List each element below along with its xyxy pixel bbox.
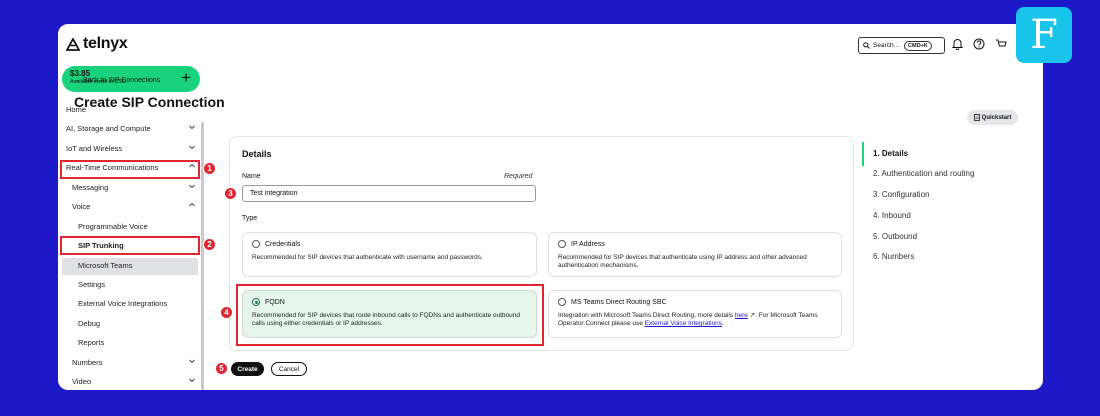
sidebar-item-label: Messaging — [72, 182, 109, 192]
type-option-ms-teams-sbc[interactable]: MS Teams Direct Routing SBC Integration … — [548, 290, 842, 338]
step-inbound[interactable]: 4. Inbound — [873, 211, 911, 220]
name-label: Name — [242, 173, 261, 180]
step-outbound[interactable]: 5. Outbound — [873, 232, 917, 241]
here-link[interactable]: here — [735, 312, 748, 319]
sidebar-item-label: Debug — [78, 318, 101, 328]
top-bar: telnyx Search... CMD+K — [58, 24, 1043, 64]
annotation-marker-3: 3 — [224, 187, 237, 200]
option-description: Integration with Microsoft Teams Direct … — [558, 312, 832, 328]
logo-text: telnyx — [83, 35, 128, 52]
bell-icon[interactable] — [950, 37, 964, 51]
option-label: Credentials — [265, 240, 301, 248]
active-step-indicator — [862, 142, 864, 166]
annotation-highlight-2 — [60, 236, 200, 255]
document-icon — [973, 114, 980, 121]
option-label: IP Address — [571, 240, 605, 248]
step-details[interactable]: 1. Details — [873, 149, 908, 158]
sidebar-item-label: AI, Storage and Compute — [66, 123, 151, 133]
sidebar-item-label: Settings — [78, 279, 106, 289]
annotation-marker-2: 2 — [203, 238, 216, 251]
sidebar-item-microsoft-teams[interactable]: Microsoft Teams — [78, 256, 196, 274]
sidebar-scrollbar[interactable] — [201, 122, 204, 390]
step-authentication-routing[interactable]: 2. Authentication and routing — [873, 169, 974, 178]
option-label: MS Teams Direct Routing SBC — [571, 298, 667, 306]
create-button[interactable]: Create — [231, 362, 264, 376]
radio-button[interactable] — [252, 240, 260, 248]
cart-icon[interactable] — [994, 37, 1008, 51]
annotation-marker-5: 5 — [215, 362, 228, 375]
sidebar-item-numbers[interactable]: Numbers — [72, 353, 196, 371]
step-configuration[interactable]: 3. Configuration — [873, 190, 929, 199]
sidebar-item-debug[interactable]: Debug — [78, 314, 196, 332]
external-voice-integrations-link[interactable]: External Voice Integrations — [645, 320, 722, 327]
search-box[interactable]: Search... CMD+K — [858, 37, 945, 54]
chevron-down-icon — [189, 184, 195, 189]
help-icon[interactable] — [972, 37, 986, 51]
quickstart-button[interactable]: Quickstart — [967, 110, 1018, 125]
annotation-marker-4: 4 — [220, 306, 233, 319]
sidebar-item-external-voice-integrations[interactable]: External Voice Integrations — [78, 294, 196, 312]
option-description-text: Integration with Microsoft Teams Direct … — [558, 312, 735, 319]
search-placeholder: Search... — [873, 42, 900, 49]
option-description-text: . — [722, 320, 724, 327]
radio-button[interactable] — [558, 240, 566, 248]
chevron-down-icon — [189, 359, 195, 364]
sidebar-item-iot[interactable]: IoT and Wireless — [66, 139, 196, 157]
sidebar-item-voice[interactable]: Voice — [72, 197, 196, 215]
option-description: Recommended for SIP devices that authent… — [252, 254, 483, 261]
type-option-credentials[interactable]: Credentials Recommended for SIP devices … — [242, 232, 537, 277]
search-shortcut: CMD+K — [904, 40, 932, 51]
sidebar: $3.85 Available credit in USD + Home AI,… — [58, 64, 204, 390]
sidebar-item-label: Video — [72, 376, 92, 386]
sidebar-item-label: Programmable Voice — [78, 221, 148, 231]
sidebar-item-programmable-voice[interactable]: Programmable Voice — [78, 217, 196, 235]
f-logo-badge: F — [1016, 7, 1072, 63]
chevron-down-icon — [189, 125, 195, 130]
required-label: Required — [504, 173, 533, 180]
search-icon — [863, 42, 870, 49]
sidebar-item-label: Voice — [72, 201, 91, 211]
page-title: Create SIP Connection — [74, 94, 225, 110]
name-input[interactable] — [242, 185, 536, 202]
app-window: telnyx Search... CMD+K $3.85 Available c… — [58, 24, 1043, 390]
type-label: Type — [242, 215, 258, 222]
cancel-button[interactable]: Cancel — [271, 362, 307, 376]
back-link[interactable]: ← Back to SIP Connections — [74, 77, 160, 84]
details-heading: Details — [242, 149, 272, 159]
sidebar-item-settings[interactable]: Settings — [78, 275, 196, 293]
sidebar-item-label: Microsoft Teams — [78, 260, 133, 270]
add-credit-button[interactable]: + — [181, 69, 191, 87]
type-option-ip-address[interactable]: IP Address Recommended for SIP devices t… — [548, 232, 842, 277]
radio-button[interactable] — [558, 298, 566, 306]
sidebar-item-ai-storage[interactable]: AI, Storage and Compute — [66, 119, 196, 137]
annotation-marker-1: 1 — [203, 162, 216, 175]
chevron-down-icon — [189, 378, 195, 383]
chevron-up-icon — [189, 202, 195, 207]
option-description: Recommended for SIP devices that authent… — [558, 254, 807, 269]
step-numbers[interactable]: 6. Numbers — [873, 252, 914, 261]
sidebar-item-messaging[interactable]: Messaging — [72, 178, 196, 196]
telnyx-logo-icon — [66, 37, 80, 51]
sidebar-item-label: Numbers — [72, 357, 103, 367]
sidebar-item-label: Reports — [78, 337, 105, 347]
sidebar-item-label: IoT and Wireless — [66, 143, 123, 153]
telnyx-logo[interactable]: telnyx — [66, 35, 128, 53]
sidebar-item-video[interactable]: Video — [72, 372, 196, 390]
quickstart-label: Quickstart — [981, 114, 1012, 121]
annotation-highlight-1 — [60, 160, 200, 179]
annotation-highlight-4 — [236, 284, 544, 346]
chevron-down-icon — [189, 145, 195, 150]
sidebar-item-reports[interactable]: Reports — [78, 333, 196, 351]
sidebar-item-label: External Voice Integrations — [78, 298, 168, 308]
